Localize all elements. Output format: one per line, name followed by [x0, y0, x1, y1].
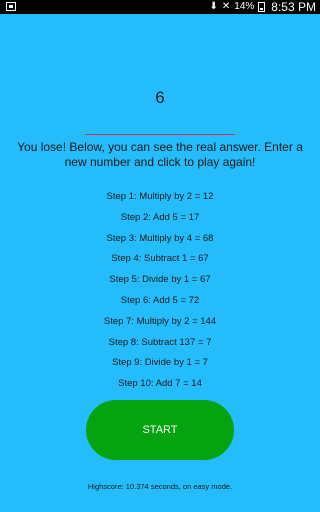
highscore-text: Highscore: 10.374 seconds, on easy mode. [87, 482, 233, 491]
mute-icon: ✕ [221, 1, 231, 12]
step-item: Step 6: Add 5 = 72 [120, 294, 200, 306]
step-item: Step 10: Add 7 = 14 [118, 378, 202, 390]
notification-icon [6, 2, 16, 11]
start-button[interactable]: START [86, 400, 234, 460]
step-item: Step 5: Divide by 1 = 67 [109, 274, 211, 286]
step-item: Step 1: Multiply by 2 = 12 [106, 191, 214, 202]
steps-list: Step 1: Multiply by 2 = 12 Step 2: Add 5… [0, 190, 320, 398]
clock: 8:53 PM [271, 0, 316, 14]
step-item: Step 8: Subtract 137 = 7 [108, 336, 212, 348]
number-input[interactable] [85, 120, 235, 135]
step-item: Step 3: Multiply by 4 = 68 [106, 232, 214, 244]
battery-percent: 14% [234, 1, 255, 12]
step-item: Step 9: Divide by 1 = 7 [112, 357, 208, 369]
status-bar: ⬇ ✕ 14% 8:53 PM [0, 0, 320, 14]
step-item: Step 4: Subtract 1 = 67 [111, 253, 209, 265]
download-icon: ⬇ [209, 1, 218, 12]
battery-icon [258, 2, 266, 12]
step-item: Step 2: Add 5 = 17 [120, 211, 200, 223]
result-message: You lose! Below, you can see the real an… [17, 140, 303, 169]
step-item: Step 7: Multiply by 2 = 144 [103, 315, 217, 327]
current-number: 6 [155, 88, 165, 107]
status-icons: ⬇ ✕ 14% 8:53 PM [210, 0, 317, 14]
